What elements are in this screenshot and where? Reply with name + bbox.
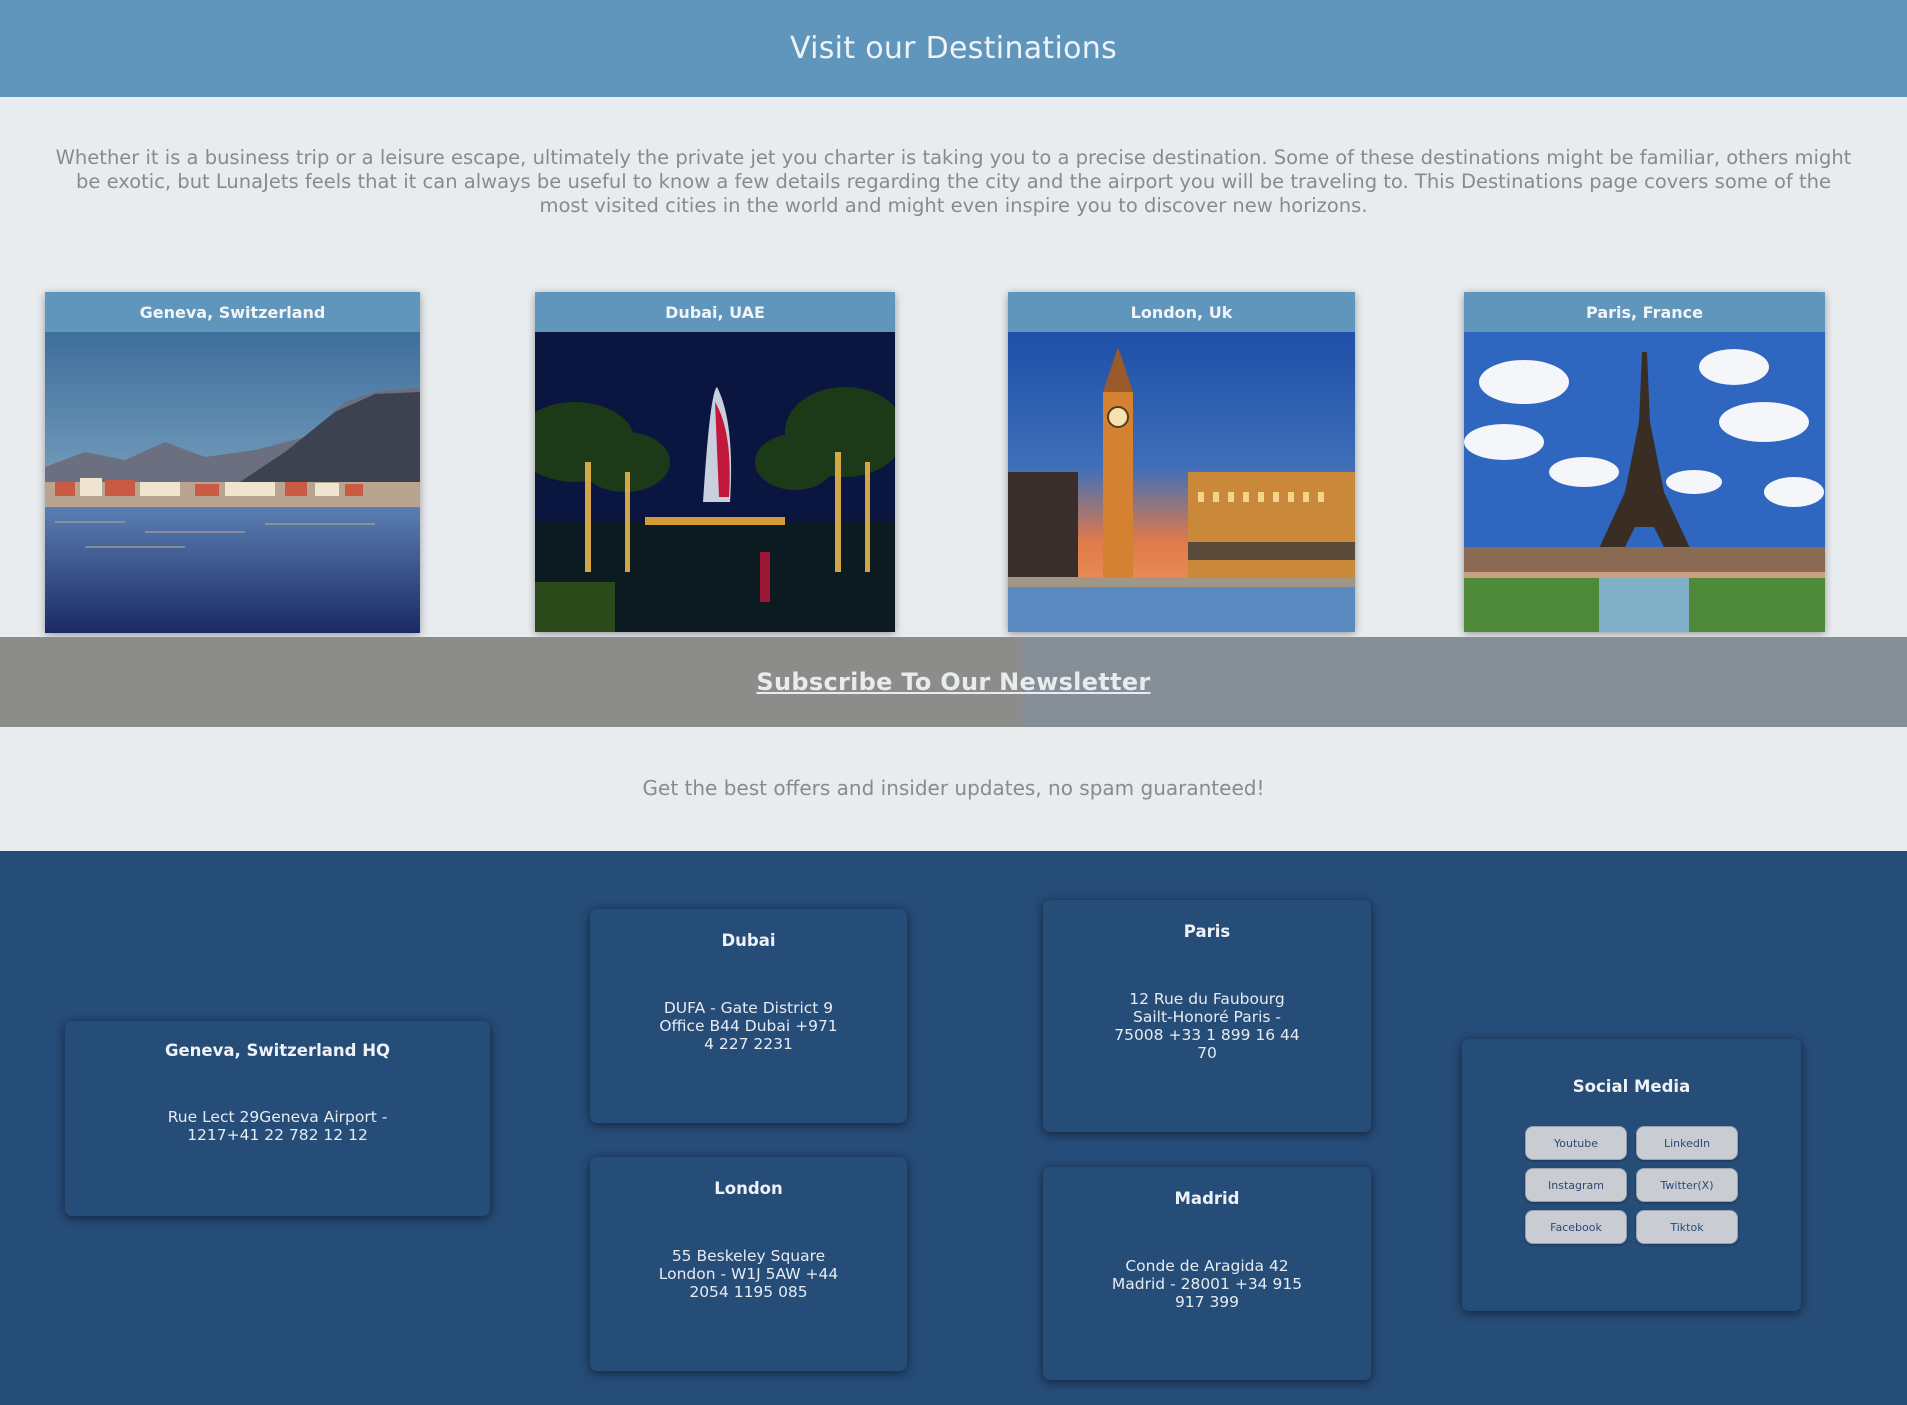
destination-card-london[interactable]: London, Uk bbox=[1008, 292, 1355, 632]
office-address-line: London - W1J 5AW +44 bbox=[658, 1265, 839, 1283]
office-title: London bbox=[714, 1179, 783, 1198]
destination-title: Dubai, UAE bbox=[535, 292, 895, 332]
office-card-geneva: Geneva, Switzerland HQ Rue Lect 29Geneva… bbox=[65, 1021, 490, 1216]
office-address-line: 917 399 bbox=[1174, 1293, 1240, 1311]
office-address-line: 4 227 2231 bbox=[704, 1035, 793, 1053]
twitter-button[interactable]: Twitter(X) bbox=[1636, 1168, 1738, 1202]
paris-eiffel-tower-image bbox=[1464, 332, 1825, 632]
office-title: Dubai bbox=[721, 931, 776, 950]
london-big-ben-image bbox=[1008, 332, 1355, 632]
social-media-card: Social Media Youtube LinkedIn Instagram … bbox=[1462, 1039, 1801, 1311]
office-address-line: 12 Rue du Faubourg bbox=[1129, 990, 1285, 1008]
office-card-madrid: Madrid Conde de Aragida 42 Madrid - 2800… bbox=[1043, 1167, 1371, 1380]
destination-card-geneva[interactable]: Geneva, Switzerland bbox=[45, 292, 420, 633]
facebook-button[interactable]: Facebook bbox=[1525, 1210, 1627, 1244]
office-address-line: DUFA - Gate District 9 bbox=[663, 999, 834, 1017]
destination-title: London, Uk bbox=[1008, 292, 1355, 332]
footer: Geneva, Switzerland HQ Rue Lect 29Geneva… bbox=[0, 851, 1907, 1405]
tiktok-button[interactable]: Tiktok bbox=[1636, 1210, 1738, 1244]
dubai-night-image bbox=[535, 332, 895, 632]
linkedin-button[interactable]: LinkedIn bbox=[1636, 1126, 1738, 1160]
destination-card-dubai[interactable]: Dubai, UAE bbox=[535, 292, 895, 632]
office-address-line: 55 Beskeley Square bbox=[671, 1247, 826, 1265]
office-card-paris: Paris 12 Rue du Faubourg Sailt-Honoré Pa… bbox=[1043, 900, 1371, 1132]
office-address-line: Madrid - 28001 +34 915 bbox=[1111, 1275, 1303, 1293]
social-media-title: Social Media bbox=[1572, 1077, 1691, 1096]
office-address-line: 1217+41 22 782 12 12 bbox=[187, 1126, 368, 1144]
destination-card-paris[interactable]: Paris, France bbox=[1464, 292, 1825, 632]
instagram-button[interactable]: Instagram bbox=[1525, 1168, 1627, 1202]
page-title: Visit our Destinations bbox=[789, 31, 1118, 66]
page-header: Visit our Destinations bbox=[0, 0, 1907, 97]
destination-title: Geneva, Switzerland bbox=[45, 292, 420, 332]
youtube-button[interactable]: Youtube bbox=[1525, 1126, 1627, 1160]
destination-title: Paris, France bbox=[1464, 292, 1825, 332]
office-address-line: Sailt-Honoré Paris - bbox=[1133, 1008, 1281, 1026]
office-address-line: Rue Lect 29Geneva Airport - bbox=[167, 1108, 388, 1126]
office-address-line: 75008 +33 1 899 16 44 bbox=[1114, 1026, 1300, 1044]
office-card-london: London 55 Beskeley Square London - W1J 5… bbox=[590, 1157, 907, 1371]
office-title: Madrid bbox=[1174, 1189, 1240, 1208]
office-address-line: 2054 1195 085 bbox=[689, 1283, 808, 1301]
office-title: Paris bbox=[1183, 922, 1231, 941]
office-address-line: 70 bbox=[1197, 1044, 1217, 1062]
social-buttons: Youtube LinkedIn Instagram Twitter(X) Fa… bbox=[1462, 1126, 1801, 1244]
office-title: Geneva, Switzerland HQ bbox=[164, 1041, 391, 1060]
subscribe-newsletter-link[interactable]: Subscribe To Our Newsletter bbox=[756, 668, 1150, 696]
newsletter-subtitle: Get the best offers and insider updates,… bbox=[642, 776, 1265, 800]
office-address-line: Office B44 Dubai +971 bbox=[659, 1017, 838, 1035]
geneva-lake-image bbox=[45, 332, 420, 633]
intro-text: Whether it is a business trip or a leisu… bbox=[55, 146, 1852, 217]
office-card-dubai: Dubai DUFA - Gate District 9 Office B44 … bbox=[590, 909, 907, 1123]
office-address-line: Conde de Aragida 42 bbox=[1125, 1257, 1289, 1275]
newsletter-banner: Subscribe To Our Newsletter bbox=[0, 637, 1907, 727]
